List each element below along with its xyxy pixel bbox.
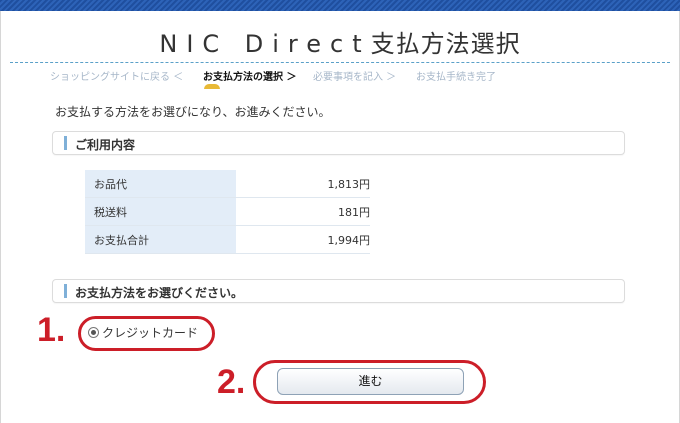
page-title-text: 支払方法選択	[370, 30, 521, 58]
step-back-link[interactable]: ショッピングサイトに戻る ＜	[50, 68, 183, 83]
annotation-step-1: 1.	[37, 311, 66, 349]
row-label: お品代	[85, 170, 236, 198]
current-step-marker-icon	[204, 84, 220, 89]
row-label: お支払合計	[85, 225, 236, 254]
title-divider	[10, 62, 670, 63]
top-stripe-bar	[0, 0, 680, 11]
table-row: 税送料 181円	[85, 197, 370, 226]
usage-section-title: ご利用内容	[75, 138, 136, 152]
credit-card-option[interactable]: クレジットカード	[88, 324, 198, 341]
row-label: 税送料	[85, 197, 236, 226]
step-fill-details: 必要事項を記入 ＞	[313, 72, 397, 83]
credit-card-label[interactable]: クレジットカード	[102, 326, 198, 340]
usage-table: お品代 1,813円 税送料 181円 お支払合計 1,994円	[85, 170, 370, 254]
step-complete: お支払手続き完了	[416, 72, 496, 83]
row-value: 181円	[236, 197, 370, 226]
step-select-payment: お支払方法の選択 ＞	[203, 72, 297, 83]
instruction-text: お支払する方法をお選びになり、お進みください。	[55, 105, 331, 119]
section-accent-bar	[64, 284, 67, 298]
row-value: 1,994円	[236, 225, 370, 254]
radio-selected-icon[interactable]	[88, 327, 99, 338]
proceed-button[interactable]: 進む	[277, 368, 464, 395]
row-value: 1,813円	[236, 170, 370, 198]
table-row: お品代 1,813円	[85, 170, 370, 198]
payment-section-title: お支払方法をお選びください。	[75, 286, 244, 300]
usage-section-header: ご利用内容	[52, 131, 625, 155]
page-title: NIC Direct支払方法選択	[0, 24, 680, 59]
page-title-brand: NIC Direct	[159, 30, 371, 58]
table-row: お支払合計 1,994円	[85, 225, 370, 254]
section-accent-bar	[64, 136, 67, 150]
payment-section-header: お支払方法をお選びください。	[52, 279, 625, 303]
annotation-step-2: 2.	[217, 363, 246, 401]
left-border	[0, 11, 1, 423]
